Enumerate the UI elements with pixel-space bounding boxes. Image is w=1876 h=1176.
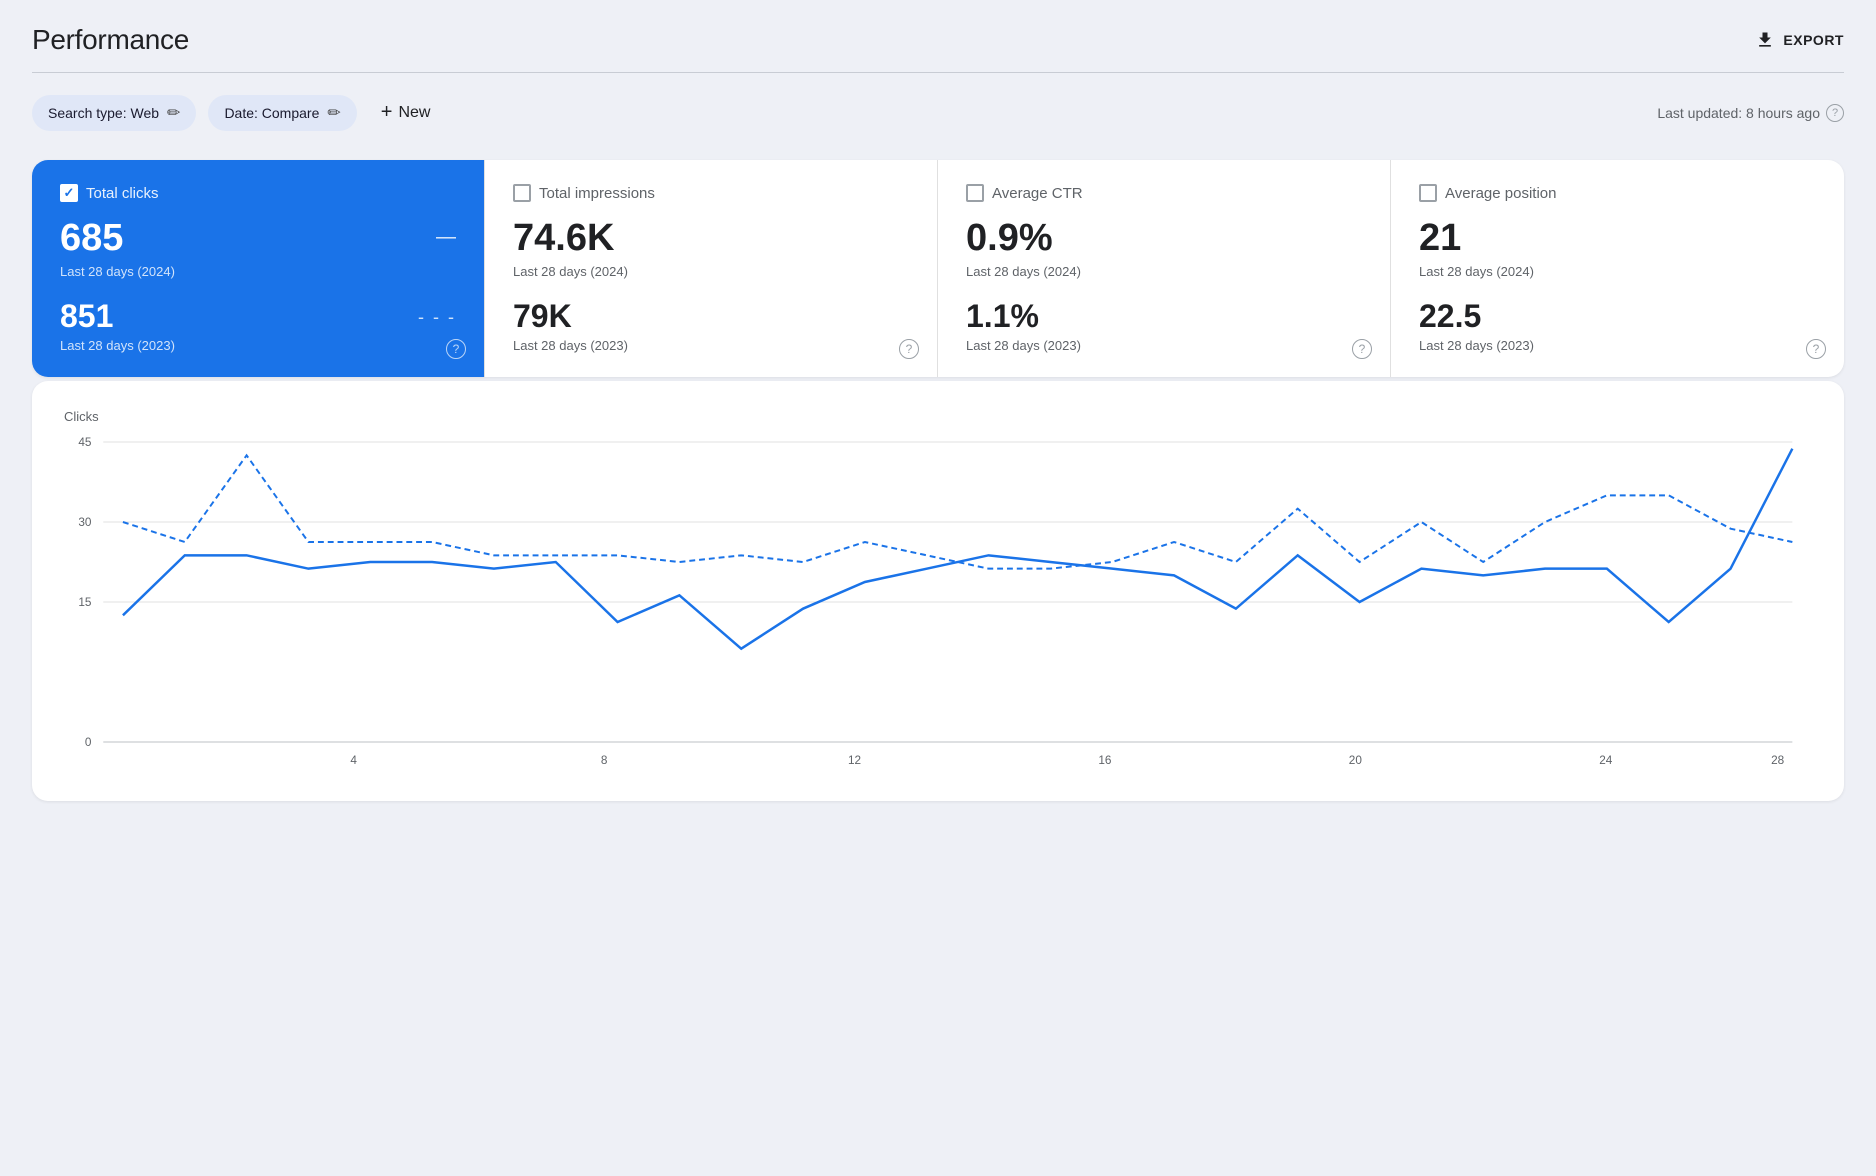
ctr-value-primary: 0.9% <box>966 218 1362 260</box>
metric-primary-value-clicks: 685 Last 28 days (2024) <box>60 218 175 299</box>
clicks-indicator-secondary: - - - <box>418 307 456 328</box>
ctr-period-primary: Last 28 days (2024) <box>966 264 1362 279</box>
export-label: EXPORT <box>1783 32 1844 48</box>
impressions-value-primary: 74.6K <box>513 218 909 260</box>
x-tick-20: 20 <box>1349 753 1362 767</box>
last-updated: Last updated: 8 hours ago ? <box>1657 104 1844 122</box>
export-button[interactable]: EXPORT <box>1755 30 1844 50</box>
metric-row-secondary-clicks: 851 Last 28 days (2023) - - - <box>60 299 456 353</box>
export-icon <box>1755 30 1775 50</box>
position-help-icon[interactable]: ? <box>1806 339 1826 359</box>
date-label: Date: Compare <box>224 105 319 121</box>
y-tick-30: 30 <box>78 515 91 529</box>
chart-svg: 45 30 15 0 4 8 12 16 20 24 28 <box>64 432 1812 772</box>
x-tick-16: 16 <box>1098 753 1111 767</box>
plus-icon: + <box>381 101 393 124</box>
header-divider <box>32 72 1844 73</box>
metric-average-ctr[interactable]: Average CTR 0.9% Last 28 days (2024) 1.1… <box>938 160 1391 377</box>
metric-secondary-value-clicks: 851 Last 28 days (2023) <box>60 299 175 353</box>
chart-dashed-line <box>123 455 1792 568</box>
x-tick-4: 4 <box>350 753 357 767</box>
page-title: Performance <box>32 24 189 56</box>
page: Performance EXPORT Search type: Web ✏ Da… <box>0 0 1876 1176</box>
search-type-edit-icon: ✏ <box>167 103 180 123</box>
metrics-container: Total clicks 685 Last 28 days (2024) — 8… <box>32 160 1844 377</box>
metric-label-clicks: Total clicks <box>86 185 159 202</box>
metric-header-impressions: Total impressions <box>513 184 909 202</box>
metric-header-position: Average position <box>1419 184 1816 202</box>
search-type-label: Search type: Web <box>48 105 159 121</box>
metric-row-primary-clicks: 685 Last 28 days (2024) — <box>60 218 456 299</box>
position-period-secondary: Last 28 days (2023) <box>1419 338 1816 353</box>
metric-header-clicks: Total clicks <box>60 184 456 202</box>
metric-total-impressions[interactable]: Total impressions 74.6K Last 28 days (20… <box>485 160 938 377</box>
metric-checkbox-impressions <box>513 184 531 202</box>
metric-label-impressions: Total impressions <box>539 185 655 202</box>
header: Performance EXPORT <box>32 24 1844 56</box>
position-period-primary: Last 28 days (2024) <box>1419 264 1816 279</box>
chart-y-label: Clicks <box>64 409 1812 424</box>
clicks-indicator-primary: — <box>436 226 456 249</box>
clicks-value-secondary: 851 <box>60 299 175 334</box>
clicks-period-primary: Last 28 days (2024) <box>60 264 175 279</box>
metric-label-position: Average position <box>1445 185 1556 202</box>
last-updated-help-icon[interactable]: ? <box>1826 104 1844 122</box>
metric-average-position[interactable]: Average position 21 Last 28 days (2024) … <box>1391 160 1844 377</box>
y-tick-45: 45 <box>78 435 91 449</box>
y-tick-0: 0 <box>85 735 92 749</box>
search-type-filter[interactable]: Search type: Web ✏ <box>32 95 196 131</box>
chart-solid-line <box>123 449 1792 649</box>
clicks-period-secondary: Last 28 days (2023) <box>60 338 175 353</box>
toolbar: Search type: Web ✏ Date: Compare ✏ + New… <box>32 93 1844 132</box>
x-tick-12: 12 <box>848 753 861 767</box>
position-value-secondary: 22.5 <box>1419 299 1816 334</box>
date-edit-icon: ✏ <box>327 103 340 123</box>
impressions-period-secondary: Last 28 days (2023) <box>513 338 909 353</box>
impressions-help-icon[interactable]: ? <box>899 339 919 359</box>
ctr-value-secondary: 1.1% <box>966 299 1362 334</box>
position-value-primary: 21 <box>1419 218 1816 260</box>
impressions-period-primary: Last 28 days (2024) <box>513 264 909 279</box>
ctr-help-icon[interactable]: ? <box>1352 339 1372 359</box>
metric-checkbox-position <box>1419 184 1437 202</box>
y-tick-15: 15 <box>78 595 91 609</box>
x-tick-24: 24 <box>1599 753 1612 767</box>
metric-total-clicks[interactable]: Total clicks 685 Last 28 days (2024) — 8… <box>32 160 485 377</box>
ctr-period-secondary: Last 28 days (2023) <box>966 338 1362 353</box>
chart-container: Clicks 45 30 15 0 4 8 12 16 20 24 2 <box>32 381 1844 801</box>
x-tick-8: 8 <box>601 753 608 767</box>
metric-checkbox-ctr <box>966 184 984 202</box>
metric-label-ctr: Average CTR <box>992 185 1083 202</box>
date-filter[interactable]: Date: Compare ✏ <box>208 95 356 131</box>
clicks-value-primary: 685 <box>60 218 175 260</box>
x-tick-28: 28 <box>1771 753 1784 767</box>
last-updated-text: Last updated: 8 hours ago <box>1657 105 1820 121</box>
new-button[interactable]: + New <box>369 93 443 132</box>
metric-header-ctr: Average CTR <box>966 184 1362 202</box>
impressions-value-secondary: 79K <box>513 299 909 334</box>
metric-checkbox-clicks <box>60 184 78 202</box>
new-label: New <box>398 104 430 122</box>
chart-svg-wrapper: 45 30 15 0 4 8 12 16 20 24 28 <box>64 432 1812 777</box>
clicks-help-icon[interactable]: ? <box>446 339 466 359</box>
